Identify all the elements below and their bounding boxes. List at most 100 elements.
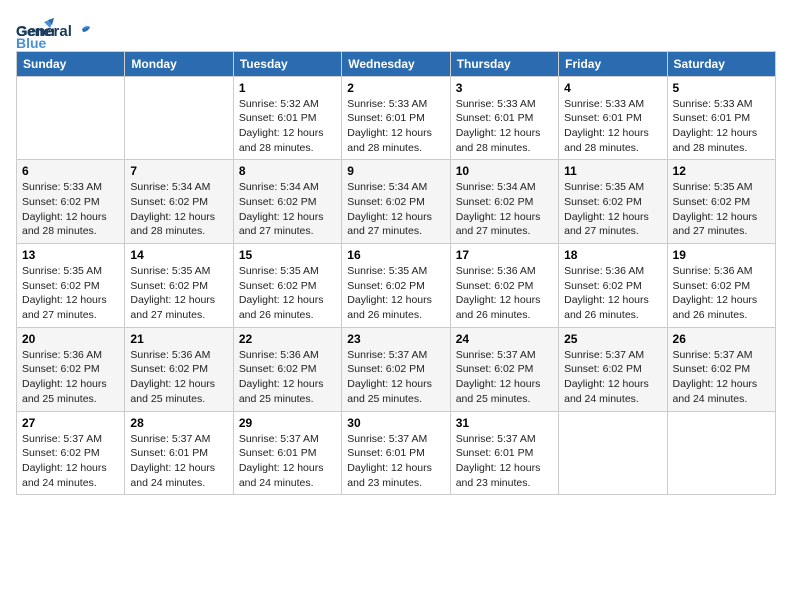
day-info: Sunrise: 5:37 AM Sunset: 6:02 PM Dayligh… (347, 348, 444, 407)
calendar-cell: 15 Sunrise: 5:35 AM Sunset: 6:02 PM Dayli… (233, 244, 341, 328)
day-info: Sunrise: 5:33 AM Sunset: 6:01 PM Dayligh… (673, 97, 770, 156)
day-number: 14 (130, 248, 227, 262)
day-info: Sunrise: 5:33 AM Sunset: 6:02 PM Dayligh… (22, 180, 119, 239)
calendar-cell: 10 Sunrise: 5:34 AM Sunset: 6:02 PM Dayli… (450, 160, 558, 244)
calendar-cell: 9 Sunrise: 5:34 AM Sunset: 6:02 PM Daylig… (342, 160, 450, 244)
day-number: 4 (564, 81, 661, 95)
calendar-cell: 23 Sunrise: 5:37 AM Sunset: 6:02 PM Dayli… (342, 327, 450, 411)
day-number: 11 (564, 164, 661, 178)
calendar-cell: 18 Sunrise: 5:36 AM Sunset: 6:02 PM Dayli… (559, 244, 667, 328)
calendar-week-row: 1Sunrise: 5:32 AM Sunset: 6:01 PM Daylig… (17, 76, 776, 160)
weekday-header-monday: Monday (125, 51, 233, 76)
day-info: Sunrise: 5:34 AM Sunset: 6:02 PM Dayligh… (456, 180, 553, 239)
day-info: Sunrise: 5:36 AM Sunset: 6:02 PM Dayligh… (564, 264, 661, 323)
day-number: 10 (456, 164, 553, 178)
day-info: Sunrise: 5:35 AM Sunset: 6:02 PM Dayligh… (347, 264, 444, 323)
calendar-week-row: 6 Sunrise: 5:33 AM Sunset: 6:02 PM Daylig… (17, 160, 776, 244)
day-number: 18 (564, 248, 661, 262)
calendar-cell (559, 411, 667, 495)
day-info: Sunrise: 5:34 AM Sunset: 6:02 PM Dayligh… (347, 180, 444, 239)
day-number: 20 (22, 332, 119, 346)
day-number: 26 (673, 332, 770, 346)
day-number: 22 (239, 332, 336, 346)
day-number: 2 (347, 81, 444, 95)
day-info: Sunrise: 5:37 AM Sunset: 6:02 PM Dayligh… (22, 432, 119, 491)
weekday-header-thursday: Thursday (450, 51, 558, 76)
day-info: Sunrise: 5:36 AM Sunset: 6:02 PM Dayligh… (239, 348, 336, 407)
day-info: Sunrise: 5:33 AM Sunset: 6:01 PM Dayligh… (564, 97, 661, 156)
day-info: Sunrise: 5:32 AM Sunset: 6:01 PM Dayligh… (239, 97, 336, 156)
day-number: 6 (22, 164, 119, 178)
calendar-cell: 8Sunrise: 5:34 AM Sunset: 6:02 PM Daylig… (233, 160, 341, 244)
day-info: Sunrise: 5:37 AM Sunset: 6:02 PM Dayligh… (456, 348, 553, 407)
day-number: 29 (239, 416, 336, 430)
weekday-header-sunday: Sunday (17, 51, 125, 76)
calendar-cell (667, 411, 775, 495)
weekday-header-tuesday: Tuesday (233, 51, 341, 76)
day-info: Sunrise: 5:37 AM Sunset: 6:02 PM Dayligh… (673, 348, 770, 407)
day-info: Sunrise: 5:36 AM Sunset: 6:02 PM Dayligh… (22, 348, 119, 407)
day-number: 16 (347, 248, 444, 262)
calendar-cell: 17 Sunrise: 5:36 AM Sunset: 6:02 PM Dayli… (450, 244, 558, 328)
calendar-cell: 21Sunrise: 5:36 AM Sunset: 6:02 PM Dayli… (125, 327, 233, 411)
calendar-week-row: 20 Sunrise: 5:36 AM Sunset: 6:02 PM Dayli… (17, 327, 776, 411)
day-number: 15 (239, 248, 336, 262)
day-number: 23 (347, 332, 444, 346)
day-number: 9 (347, 164, 444, 178)
calendar-cell: 2Sunrise: 5:33 AM Sunset: 6:01 PM Daylig… (342, 76, 450, 160)
day-number: 13 (22, 248, 119, 262)
day-number: 19 (673, 248, 770, 262)
calendar-cell: 31Sunrise: 5:37 AM Sunset: 6:01 PM Dayli… (450, 411, 558, 495)
calendar-cell: 28 Sunrise: 5:37 AM Sunset: 6:01 PM Dayli… (125, 411, 233, 495)
day-info: Sunrise: 5:35 AM Sunset: 6:02 PM Dayligh… (130, 264, 227, 323)
calendar-cell: 13 Sunrise: 5:35 AM Sunset: 6:02 PM Dayli… (17, 244, 125, 328)
calendar-cell: 30 Sunrise: 5:37 AM Sunset: 6:01 PM Dayli… (342, 411, 450, 495)
day-number: 27 (22, 416, 119, 430)
day-info: Sunrise: 5:37 AM Sunset: 6:01 PM Dayligh… (239, 432, 336, 491)
day-info: Sunrise: 5:35 AM Sunset: 6:02 PM Dayligh… (673, 180, 770, 239)
day-info: Sunrise: 5:35 AM Sunset: 6:02 PM Dayligh… (22, 264, 119, 323)
day-number: 5 (673, 81, 770, 95)
day-info: Sunrise: 5:35 AM Sunset: 6:02 PM Dayligh… (564, 180, 661, 239)
calendar-cell: 25 Sunrise: 5:37 AM Sunset: 6:02 PM Dayli… (559, 327, 667, 411)
calendar-cell: 26 Sunrise: 5:37 AM Sunset: 6:02 PM Dayli… (667, 327, 775, 411)
calendar-cell: 24 Sunrise: 5:37 AM Sunset: 6:02 PM Dayli… (450, 327, 558, 411)
day-number: 7 (130, 164, 227, 178)
day-info: Sunrise: 5:34 AM Sunset: 6:02 PM Dayligh… (239, 180, 336, 239)
weekday-header-friday: Friday (559, 51, 667, 76)
calendar-cell: 12 Sunrise: 5:35 AM Sunset: 6:02 PM Dayli… (667, 160, 775, 244)
calendar-cell: 7Sunrise: 5:34 AM Sunset: 6:02 PM Daylig… (125, 160, 233, 244)
day-number: 12 (673, 164, 770, 178)
calendar-cell: 14 Sunrise: 5:35 AM Sunset: 6:02 PM Dayli… (125, 244, 233, 328)
day-number: 3 (456, 81, 553, 95)
logo-bird-icon (76, 25, 92, 39)
day-number: 25 (564, 332, 661, 346)
day-number: 31 (456, 416, 553, 430)
calendar-cell: 22 Sunrise: 5:36 AM Sunset: 6:02 PM Dayli… (233, 327, 341, 411)
svg-text:Blue: Blue (16, 35, 47, 51)
weekday-header-wednesday: Wednesday (342, 51, 450, 76)
weekday-header-saturday: Saturday (667, 51, 775, 76)
day-info: Sunrise: 5:36 AM Sunset: 6:02 PM Dayligh… (456, 264, 553, 323)
logo: General Blue General (16, 16, 92, 41)
calendar-cell (125, 76, 233, 160)
day-info: Sunrise: 5:37 AM Sunset: 6:01 PM Dayligh… (130, 432, 227, 491)
calendar-cell (17, 76, 125, 160)
day-info: Sunrise: 5:37 AM Sunset: 6:01 PM Dayligh… (347, 432, 444, 491)
day-info: Sunrise: 5:36 AM Sunset: 6:02 PM Dayligh… (673, 264, 770, 323)
calendar-cell: 16 Sunrise: 5:35 AM Sunset: 6:02 PM Dayli… (342, 244, 450, 328)
day-info: Sunrise: 5:35 AM Sunset: 6:02 PM Dayligh… (239, 264, 336, 323)
page-header: General Blue General (16, 16, 776, 41)
calendar-week-row: 27 Sunrise: 5:37 AM Sunset: 6:02 PM Dayli… (17, 411, 776, 495)
calendar-cell: 6 Sunrise: 5:33 AM Sunset: 6:02 PM Daylig… (17, 160, 125, 244)
calendar-table: SundayMondayTuesdayWednesdayThursdayFrid… (16, 51, 776, 496)
day-info: Sunrise: 5:36 AM Sunset: 6:02 PM Dayligh… (130, 348, 227, 407)
day-info: Sunrise: 5:33 AM Sunset: 6:01 PM Dayligh… (456, 97, 553, 156)
calendar-cell: 11 Sunrise: 5:35 AM Sunset: 6:02 PM Dayli… (559, 160, 667, 244)
day-number: 17 (456, 248, 553, 262)
calendar-cell: 4 Sunrise: 5:33 AM Sunset: 6:01 PM Daylig… (559, 76, 667, 160)
day-number: 24 (456, 332, 553, 346)
day-number: 30 (347, 416, 444, 430)
day-number: 28 (130, 416, 227, 430)
day-info: Sunrise: 5:37 AM Sunset: 6:02 PM Dayligh… (564, 348, 661, 407)
